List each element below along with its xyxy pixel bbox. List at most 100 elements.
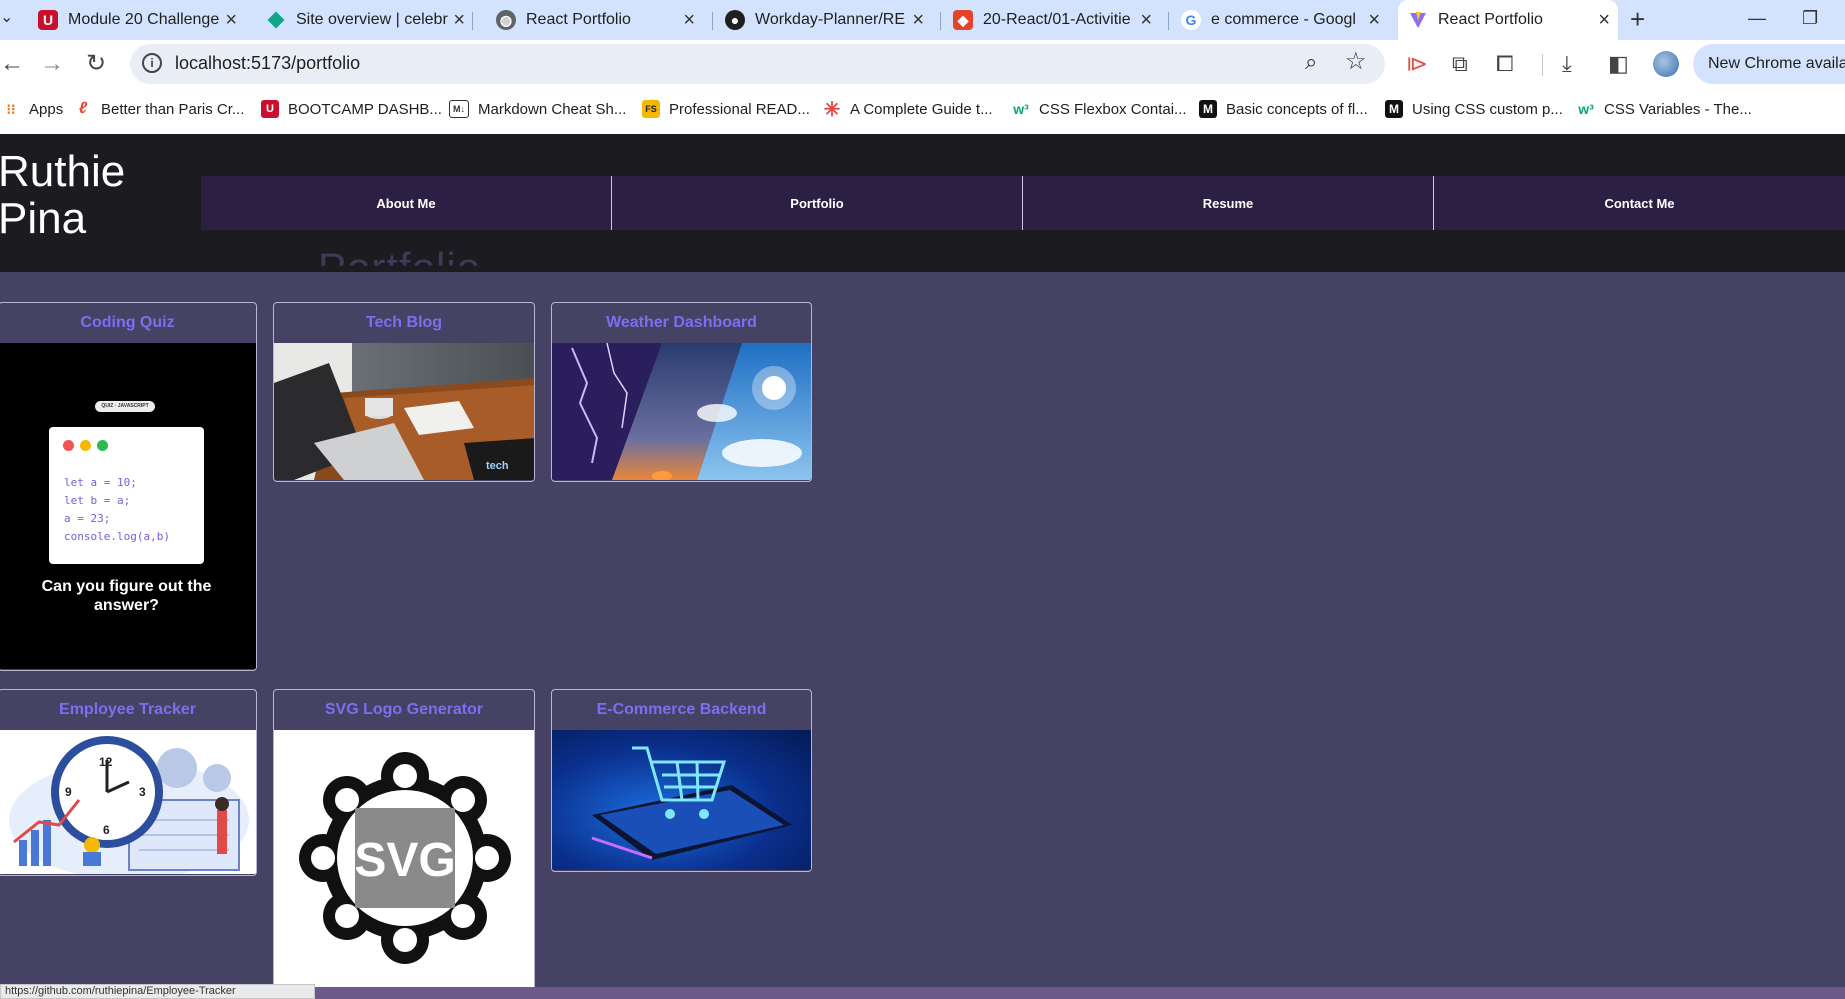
url-text[interactable]: localhost:5173/portfolio — [175, 53, 360, 74]
close-icon[interactable]: × — [912, 9, 924, 32]
window-dots-icon — [63, 440, 108, 451]
bookmark-basic-concepts-flexbox[interactable]: M Basic concepts of fl... — [1199, 100, 1368, 118]
close-icon[interactable]: × — [1598, 9, 1610, 32]
screen-capture-icon[interactable]: ⧉ — [1452, 50, 1468, 78]
nav-portfolio[interactable]: Portfolio — [612, 176, 1023, 230]
project-title[interactable]: Employee Tracker — [0, 690, 256, 730]
w3-icon: w³ — [1013, 101, 1029, 117]
browser-tab-site-overview[interactable]: Site overview | celebr × — [266, 0, 473, 40]
svg-badge-text: SVG — [354, 834, 455, 887]
quiz-caption: Can you figure out the answer? — [41, 578, 212, 614]
project-title[interactable]: Coding Quiz — [0, 303, 256, 343]
project-title[interactable]: SVG Logo Generator — [274, 690, 534, 730]
download-icon[interactable]: ⤓ — [1562, 50, 1572, 78]
bookmark-apps[interactable]: ⁝⁝ Apps — [2, 100, 64, 118]
browser-tab-strip: ⌄ U Module 20 Challenge × Site overview … — [0, 0, 1845, 40]
project-image-coding-quiz[interactable]: QUIZ · JAVASCRIPT let a = 10; let b = a;… — [0, 343, 256, 669]
mdn-icon: M — [1199, 100, 1217, 118]
project-card-tech-blog[interactable]: Tech Blog tech — [273, 302, 535, 482]
project-image-svg-logo-generator[interactable]: SVG — [274, 730, 534, 999]
bookmark-css-variables[interactable]: w³ CSS Variables - The... — [1577, 100, 1752, 118]
close-icon[interactable]: × — [1140, 9, 1152, 32]
code-snippet: let a = 10; let b = a; a = 23; console.l… — [64, 476, 170, 543]
browser-tab-react-portfolio[interactable]: ◍ React Portfolio × — [496, 0, 703, 40]
project-image-ecommerce-backend[interactable] — [552, 730, 811, 870]
update-chrome-button[interactable]: New Chrome availab — [1693, 44, 1845, 84]
globe-icon: ◍ — [496, 10, 516, 30]
u-logo-icon: U — [38, 10, 58, 30]
browser-tab-module-20[interactable]: U Module 20 Challenge × — [38, 0, 245, 40]
bookmark-professional-readme[interactable]: FS Professional READ... — [642, 100, 810, 118]
svg-text:9: 9 — [65, 785, 72, 799]
bookmark-better-than-paris[interactable]: ℓ Better than Paris Cr... — [74, 100, 245, 118]
github-icon: ● — [725, 10, 745, 30]
page-bottom-strip — [315, 987, 1845, 999]
browser-tab-workday-planner[interactable]: ● Workday-Planner/RE × — [725, 0, 932, 40]
forward-arrow-icon[interactable]: → — [40, 50, 64, 78]
project-image-employee-tracker[interactable]: 12 3 9 6 — [0, 730, 256, 874]
w3-icon: w³ — [1578, 101, 1594, 117]
profile-avatar[interactable] — [1653, 51, 1679, 77]
link-status-bar: https://github.com/ruthiepina/Employee-T… — [0, 984, 315, 999]
nav-contact-me[interactable]: Contact Me — [1434, 176, 1845, 230]
browser-tab-google-search[interactable]: G e commerce - Googl × — [1181, 0, 1388, 40]
vite-icon — [1408, 10, 1428, 30]
weather-collage-illustration — [552, 343, 811, 480]
tab-divider — [712, 12, 713, 30]
site-title: Ruthie Pina — [0, 147, 126, 243]
diamond-icon — [266, 10, 286, 30]
browser-toolbar: ← → ↻ i localhost:5173/portfolio ⌕ ☆ ⧐ ⧉… — [0, 40, 1845, 88]
bookmark-markdown-cheat-sheet[interactable]: M↓ Markdown Cheat Sh... — [449, 100, 626, 118]
project-card-coding-quiz[interactable]: Coding Quiz QUIZ · JAVASCRIPT let a = 10… — [0, 302, 257, 671]
project-title[interactable]: E-Commerce Backend — [552, 690, 811, 730]
project-card-svg-logo-generator[interactable]: SVG Logo Generator SVG — [273, 689, 535, 999]
project-title[interactable]: Tech Blog — [274, 303, 534, 343]
browser-tab-react-activities[interactable]: ◆ 20-React/01-Activitie × — [953, 0, 1160, 40]
close-icon[interactable]: × — [225, 9, 237, 32]
project-image-weather-dashboard[interactable] — [552, 343, 811, 480]
project-title[interactable]: Weather Dashboard — [552, 303, 811, 343]
clock-calendar-illustration: 12 3 9 6 — [9, 736, 249, 874]
address-bar[interactable]: i localhost:5173/portfolio ⌕ ☆ — [130, 44, 1385, 84]
svg-text:3: 3 — [139, 785, 146, 799]
project-image-tech-blog[interactable]: tech — [274, 343, 534, 480]
close-icon[interactable]: × — [1368, 9, 1380, 32]
svg-logo-illustration: SVG — [299, 752, 511, 964]
new-tab-button[interactable]: + — [1630, 0, 1645, 40]
bookmark-css-flexbox[interactable]: w³ CSS Flexbox Contai... — [1012, 100, 1186, 118]
back-arrow-icon[interactable]: ← — [0, 50, 24, 78]
nav-resume[interactable]: Resume — [1023, 176, 1434, 230]
bookmark-bootcamp-dashboard[interactable]: U BOOTCAMP DASHB... — [261, 100, 442, 118]
mdn-icon: M — [1385, 100, 1403, 118]
bookmark-complete-guide[interactable]: ✳ A Complete Guide t... — [823, 98, 993, 121]
project-card-weather-dashboard[interactable]: Weather Dashboard — [551, 302, 812, 482]
project-card-employee-tracker[interactable]: Employee Tracker 12 3 9 6 — [0, 689, 257, 876]
tab-divider — [940, 12, 941, 30]
side-panel-icon[interactable]: ◧ — [1608, 50, 1629, 78]
site-info-icon[interactable]: i — [142, 53, 162, 73]
reload-icon[interactable]: ↻ — [86, 50, 106, 78]
laptop-desk-illustration: tech — [274, 363, 534, 480]
extensions-puzzle-icon[interactable]: ⧠ — [1496, 50, 1514, 78]
markdown-icon: M↓ — [449, 100, 469, 118]
tab-search-chevron-icon[interactable]: ⌄ — [0, 0, 13, 40]
script-e-icon: ℓ — [78, 100, 88, 117]
nav-about-me[interactable]: About Me — [201, 176, 612, 230]
close-icon[interactable]: × — [453, 9, 465, 32]
minimize-icon[interactable]: — — [1748, 0, 1766, 40]
gitlab-icon: ◆ — [953, 10, 973, 30]
bookmark-star-icon[interactable]: ☆ — [1345, 47, 1367, 76]
close-icon[interactable]: × — [683, 9, 695, 32]
svg-text:12: 12 — [99, 755, 113, 769]
fs-icon: FS — [642, 100, 660, 118]
site-nav: About Me Portfolio Resume Contact Me — [201, 176, 1845, 230]
asterisk-icon: ✳ — [823, 98, 841, 121]
zoom-icon[interactable]: ⌕ — [1305, 49, 1317, 75]
browser-tab-react-portfolio-active[interactable]: React Portfolio × — [1398, 0, 1618, 40]
bookmark-css-custom-properties[interactable]: M Using CSS custom p... — [1385, 100, 1563, 118]
tab-divider — [1168, 12, 1169, 30]
extension-cast-icon[interactable]: ⧐ — [1406, 50, 1428, 78]
restore-icon[interactable]: ❐ — [1802, 0, 1818, 40]
bookmarks-bar: ⁝⁝ Apps ℓ Better than Paris Cr... U BOOT… — [0, 88, 1845, 134]
project-card-ecommerce-backend[interactable]: E-Commerce Backend — [551, 689, 812, 872]
